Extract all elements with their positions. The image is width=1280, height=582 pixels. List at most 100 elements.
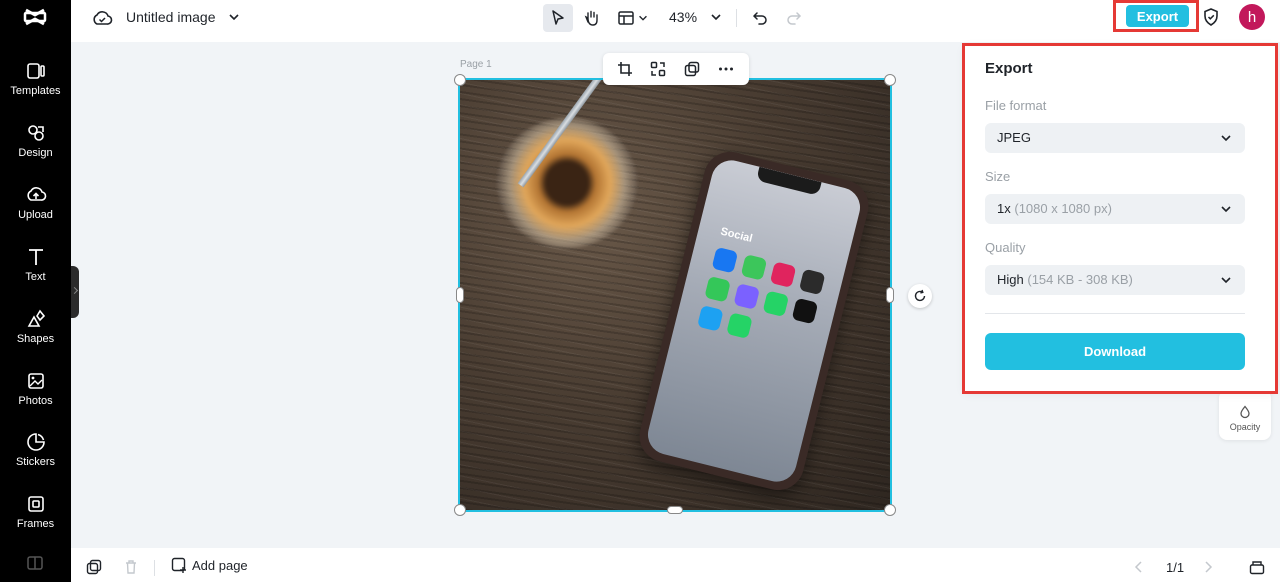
more-tools-icon[interactable] — [27, 556, 43, 570]
hand-tool-button[interactable] — [577, 4, 607, 32]
file-format-value: JPEG — [997, 130, 1031, 145]
sidebar-item-photos[interactable]: Photos — [0, 370, 71, 426]
panel-divider — [985, 313, 1245, 314]
resize-handle-bottom-right[interactable] — [884, 504, 896, 516]
sidebar-item-design[interactable]: Design — [0, 122, 71, 178]
frames-icon — [27, 496, 44, 512]
phone-app-icon — [711, 246, 739, 274]
phone-app-icon — [769, 261, 797, 288]
pages-panel-icon[interactable] — [1249, 559, 1265, 575]
text-icon — [28, 249, 43, 265]
capcut-logo-icon — [23, 8, 47, 26]
sidebar-item-shapes[interactable]: Shapes — [0, 308, 71, 364]
sidebar-item-label: Frames — [16, 518, 55, 530]
redo-icon — [787, 12, 802, 25]
phone-app-icon — [762, 290, 790, 318]
sidebar-item-text[interactable]: Text — [0, 246, 71, 302]
chevron-down-icon — [1221, 135, 1231, 142]
templates-icon — [26, 63, 45, 79]
size-select[interactable]: 1x (1080 x 1080 px) — [985, 194, 1245, 224]
cloud-save-icon[interactable] — [91, 7, 113, 29]
chevron-down-icon[interactable] — [227, 10, 241, 24]
sidebar-item-templates[interactable]: Templates — [0, 60, 71, 116]
chevron-down-icon — [1221, 277, 1231, 284]
resize-handle-top-right[interactable] — [884, 74, 896, 86]
top-bar: Untitled image 43% Export h — [71, 0, 1280, 42]
sidebar-item-upload[interactable]: Upload — [0, 184, 71, 240]
resize-handle-bottom[interactable] — [667, 506, 683, 514]
phone-app-icon — [726, 312, 753, 339]
sidebar-item-frames[interactable]: Frames — [0, 493, 71, 549]
quality-label: Quality — [985, 240, 1026, 255]
resize-handle-right[interactable] — [886, 287, 894, 303]
sidebar-item-label: Text — [25, 271, 46, 283]
size-label: Size — [985, 169, 1011, 184]
layout-tool-button[interactable] — [613, 4, 653, 32]
quality-hint: (154 KB - 308 KB) — [1027, 272, 1133, 287]
design-icon — [27, 125, 44, 141]
file-format-select[interactable]: JPEG — [985, 123, 1245, 153]
document-title[interactable]: Untitled image — [126, 9, 216, 25]
resize-handle-top-left[interactable] — [454, 74, 466, 86]
hand-icon — [584, 10, 598, 26]
crop-icon[interactable] — [616, 60, 634, 78]
sidebar-item-stickers[interactable]: Stickers — [0, 431, 71, 487]
export-button[interactable]: Export — [1126, 5, 1189, 27]
rotate-handle[interactable] — [908, 284, 932, 308]
resize-handle-bottom-left[interactable] — [454, 504, 466, 516]
sidebar-item-label: Shapes — [16, 333, 55, 345]
photo-phone: Social — [634, 146, 874, 496]
sidebar-collapse-handle[interactable] — [71, 266, 79, 318]
add-page-icon — [171, 557, 186, 573]
bottom-divider — [154, 560, 155, 576]
sidebar-item-label: Stickers — [15, 456, 56, 468]
add-page-label: Add page — [192, 557, 248, 573]
sidebar-item-label: Design — [18, 147, 53, 159]
upload-icon — [26, 187, 46, 201]
add-page-button[interactable]: Add page — [171, 557, 248, 573]
undo-icon — [752, 12, 767, 25]
opacity-label: Opacity — [1229, 422, 1261, 432]
phone-app-icon — [697, 305, 724, 332]
shapes-icon — [27, 309, 45, 327]
app-grid — [697, 246, 826, 353]
sidebar-item-label: Photos — [18, 395, 53, 407]
cursor-icon — [552, 10, 564, 25]
export-panel-title: Export — [985, 60, 1033, 77]
phone-app-icon — [740, 254, 768, 281]
download-button[interactable]: Download — [985, 333, 1245, 370]
page-label: Page 1 — [460, 59, 492, 70]
phone-app-icon — [798, 268, 826, 296]
resize-handle-left[interactable] — [456, 287, 464, 303]
shield-icon[interactable] — [1201, 7, 1221, 27]
undo-button[interactable] — [747, 4, 773, 32]
canvas-artboard[interactable]: Social — [458, 78, 892, 512]
more-options-icon[interactable] — [717, 60, 735, 78]
chevron-right-icon[interactable] — [1200, 559, 1216, 575]
sidebar-item-label: Templates — [10, 85, 61, 97]
bottom-bar: Add page 1/1 — [71, 548, 1280, 582]
photos-icon — [27, 373, 44, 389]
redo-button[interactable] — [781, 4, 807, 32]
rotate-icon — [914, 289, 926, 302]
duplicate-page-icon[interactable] — [86, 559, 102, 575]
replace-icon[interactable] — [649, 60, 667, 78]
layer-icon[interactable] — [683, 60, 701, 78]
chevron-down-icon[interactable] — [709, 10, 723, 24]
chevron-down-icon — [639, 15, 647, 21]
select-tool-button[interactable] — [543, 4, 573, 32]
zoom-level[interactable]: 43% — [669, 9, 697, 25]
file-format-label: File format — [985, 98, 1047, 113]
layout-icon — [618, 11, 634, 25]
element-toolbar — [603, 53, 749, 85]
opacity-icon — [1240, 405, 1250, 419]
sidebar-item-label: Upload — [18, 209, 53, 221]
opacity-control[interactable]: Opacity — [1219, 390, 1271, 440]
delete-page-icon[interactable] — [123, 559, 139, 575]
quality-select[interactable]: High (154 KB - 308 KB) — [985, 265, 1245, 295]
user-avatar[interactable]: h — [1239, 4, 1265, 30]
chevron-down-icon — [1221, 206, 1231, 213]
export-panel: Export File format JPEG Size 1x (1080 x … — [965, 46, 1276, 391]
chevron-left-icon[interactable] — [1131, 559, 1147, 575]
phone-notch — [756, 166, 822, 196]
